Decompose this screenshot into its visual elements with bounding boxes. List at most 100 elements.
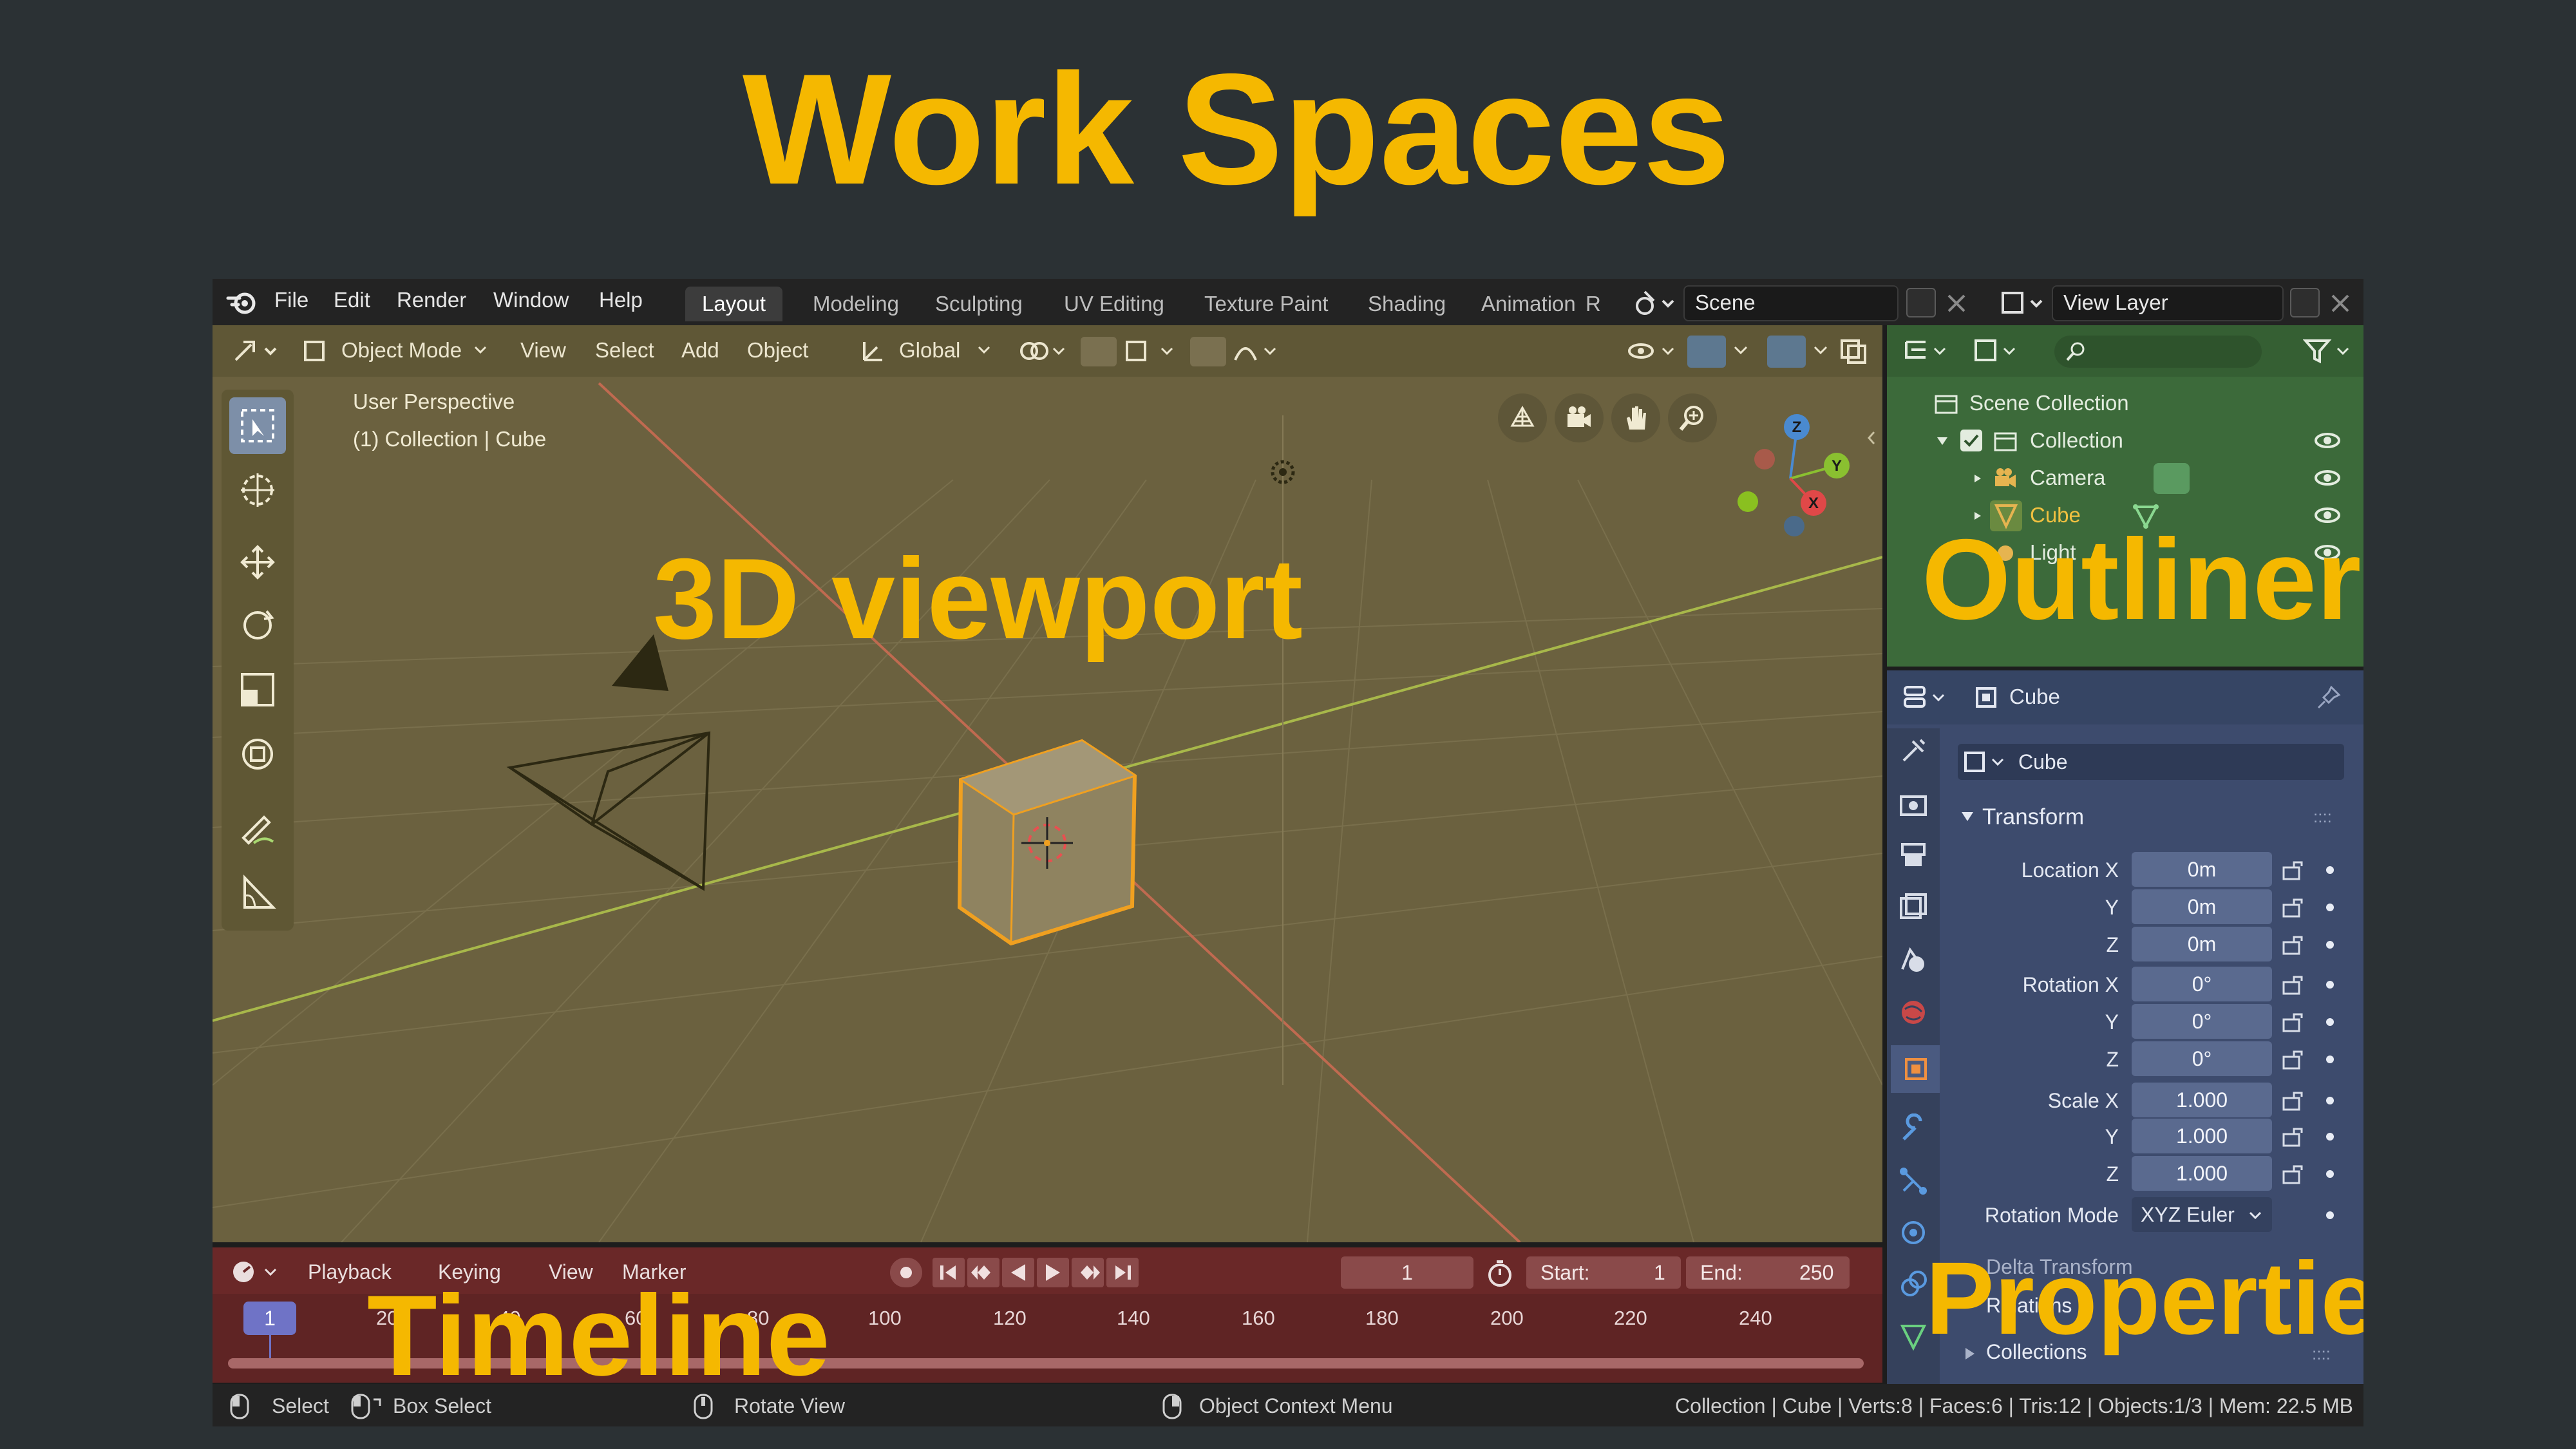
- scale-tool[interactable]: [229, 661, 286, 718]
- stopwatch-icon[interactable]: [1484, 1258, 1516, 1289]
- next-keyframe-button[interactable]: [1072, 1258, 1104, 1287]
- viewport-menu-add[interactable]: Add: [681, 338, 719, 363]
- zoom-view-button[interactable]: [1668, 393, 1717, 442]
- display-mode-icon[interactable]: [1973, 337, 2025, 365]
- rotate-tool[interactable]: [229, 597, 286, 654]
- scene-field[interactable]: Scene: [1683, 285, 1899, 321]
- scale-x-field[interactable]: 1.000: [2132, 1083, 2272, 1117]
- chevron-left-icon[interactable]: [1865, 428, 1878, 448]
- output-tab-icon[interactable]: [1897, 839, 1929, 871]
- properties-panel[interactable]: Cube Cube Transform :::: Location X 0m Y…: [1887, 670, 2363, 1384]
- current-frame-field[interactable]: 1: [1341, 1256, 1473, 1289]
- object-mode-dropdown[interactable]: Object Mode: [341, 338, 462, 363]
- lock-icon[interactable]: [2281, 973, 2307, 995]
- visibility-icon[interactable]: [1627, 337, 1682, 365]
- disclosure-triangle-icon[interactable]: [1972, 473, 1982, 484]
- tab-texture-paint[interactable]: Texture Paint: [1188, 287, 1345, 321]
- measure-tool[interactable]: [229, 865, 286, 922]
- lock-icon[interactable]: [2281, 1125, 2307, 1147]
- keyframe-dot[interactable]: [2326, 1018, 2334, 1026]
- view-layer-tab-icon[interactable]: [1897, 891, 1929, 923]
- physics-tab-icon[interactable]: [1897, 1217, 1929, 1249]
- editor-type-icon[interactable]: [232, 337, 283, 365]
- viewport-menu-select[interactable]: Select: [595, 338, 654, 363]
- new-scene-button[interactable]: [1906, 288, 1936, 317]
- viewport-menu-view[interactable]: View: [520, 338, 566, 363]
- scene-tab-icon[interactable]: [1897, 943, 1929, 976]
- mesh-data-tab-icon[interactable]: [1897, 1321, 1929, 1353]
- properties-editor-type-icon[interactable]: [1902, 683, 1954, 712]
- close-icon[interactable]: [1945, 292, 1968, 315]
- tab-modeling[interactable]: Modeling: [796, 287, 916, 321]
- keyframe-dot[interactable]: [2326, 1170, 2334, 1178]
- overlay-toggle[interactable]: [1767, 336, 1806, 368]
- menu-help[interactable]: Help: [599, 288, 643, 312]
- tab-rendering[interactable]: R: [1580, 287, 1606, 321]
- collection-checkbox[interactable]: [1960, 430, 1982, 451]
- outliner-row-collection[interactable]: Collection: [1887, 422, 2363, 459]
- outliner-row-scene-collection[interactable]: Scene Collection: [1887, 384, 2363, 422]
- snap-target-icon[interactable]: [1123, 337, 1181, 365]
- lock-icon[interactable]: [2281, 1089, 2307, 1111]
- lock-icon[interactable]: [2281, 1010, 2307, 1032]
- chevron-down-icon[interactable]: [1731, 341, 1750, 360]
- falloff-icon[interactable]: [1233, 337, 1284, 365]
- close-icon[interactable]: [2329, 292, 2352, 315]
- rotation-x-field[interactable]: 0°: [2132, 967, 2272, 1001]
- rotation-y-field[interactable]: 0°: [2132, 1004, 2272, 1039]
- select-box-tool[interactable]: [229, 397, 286, 454]
- rotation-mode-dropdown[interactable]: XYZ Euler: [2132, 1197, 2272, 1232]
- toggle-ortho-button[interactable]: [1498, 393, 1547, 442]
- filter-icon[interactable]: [2303, 337, 2354, 365]
- scene-selector-icon[interactable]: [1633, 289, 1676, 317]
- tab-shading[interactable]: Shading: [1351, 287, 1463, 321]
- viewport-menu-object[interactable]: Object: [747, 338, 808, 363]
- tab-uv-editing[interactable]: UV Editing: [1047, 287, 1181, 321]
- menu-window[interactable]: Window: [493, 288, 569, 312]
- outliner-editor-type-icon[interactable]: [1902, 337, 1956, 365]
- transform-tool[interactable]: [229, 726, 286, 782]
- modifier-tab-icon[interactable]: [1897, 1113, 1929, 1146]
- menu-file[interactable]: File: [274, 288, 308, 312]
- keyframe-dot[interactable]: [2326, 981, 2334, 989]
- timeline-panel[interactable]: Playback Keying View Marker 1 Start: 1 E…: [213, 1247, 1882, 1383]
- eye-icon[interactable]: [2313, 430, 2342, 451]
- outliner-search-input[interactable]: [2054, 336, 2262, 368]
- scale-y-field[interactable]: 1.000: [2132, 1119, 2272, 1153]
- tab-sculpting[interactable]: Sculpting: [918, 287, 1039, 321]
- lock-icon[interactable]: [2281, 933, 2307, 955]
- location-x-field[interactable]: 0m: [2132, 852, 2272, 887]
- orientation-dropdown[interactable]: Global: [899, 338, 960, 363]
- keyframe-dot[interactable]: [2326, 1133, 2334, 1141]
- constraints-tab-icon[interactable]: [1897, 1268, 1929, 1300]
- world-tab-icon[interactable]: [1897, 996, 1929, 1028]
- move-tool[interactable]: [229, 534, 286, 591]
- cursor-tool[interactable]: [229, 462, 286, 518]
- navigation-gizmo[interactable]: Z Y X: [1732, 408, 1855, 549]
- timeline-editor-type-icon[interactable]: [231, 1258, 285, 1286]
- keyframe-dot[interactable]: [2326, 1211, 2334, 1219]
- keyframe-dot[interactable]: [2326, 866, 2334, 874]
- new-view-layer-button[interactable]: [2290, 288, 2320, 317]
- tool-tab-icon[interactable]: [1897, 735, 1929, 767]
- camera-data-icon[interactable]: [2154, 463, 2190, 494]
- drag-handle-icon[interactable]: ::::: [2313, 807, 2332, 827]
- tab-animation[interactable]: Animation: [1464, 287, 1593, 321]
- blender-logo-icon[interactable]: [225, 287, 259, 317]
- pivot-point-icon[interactable]: [1019, 337, 1070, 365]
- xray-icon[interactable]: [1837, 337, 1875, 365]
- 3d-viewport[interactable]: Object Mode View Select Add Object Globa…: [213, 325, 1882, 1242]
- jump-start-button[interactable]: [933, 1258, 965, 1287]
- disclosure-triangle-icon[interactable]: [1936, 435, 1949, 448]
- object-tab-active[interactable]: [1891, 1045, 1940, 1093]
- view-layer-field[interactable]: View Layer: [2052, 285, 2284, 321]
- keyframe-dot[interactable]: [2326, 904, 2334, 911]
- lock-icon[interactable]: [2281, 858, 2307, 880]
- jump-end-button[interactable]: [1106, 1258, 1139, 1287]
- pin-icon[interactable]: [2316, 685, 2342, 710]
- gizmo-toggle[interactable]: [1687, 336, 1726, 368]
- chevron-down-icon[interactable]: [1811, 341, 1830, 360]
- lock-icon[interactable]: [2281, 1162, 2307, 1184]
- scale-z-field[interactable]: 1.000: [2132, 1156, 2272, 1191]
- lock-icon[interactable]: [2281, 1048, 2307, 1070]
